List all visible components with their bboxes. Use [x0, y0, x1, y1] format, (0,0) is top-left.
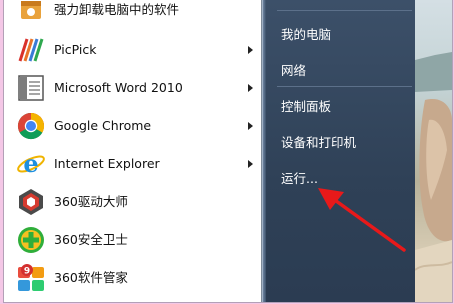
- control-panel-link[interactable]: 控制面板: [281, 96, 331, 115]
- start-menu: 强力卸载电脑中的软件 PicPick Microsoft Word 2010 G…: [3, 0, 453, 303]
- annotation-arrow: [318, 188, 406, 252]
- program-item-word[interactable]: Microsoft Word 2010: [4, 70, 261, 106]
- svg-text:e: e: [23, 149, 38, 178]
- program-item-360-software-manager[interactable]: 9 360软件管家: [4, 260, 261, 296]
- program-item-internet-explorer[interactable]: e Internet Explorer: [4, 146, 261, 182]
- devices-printers-link[interactable]: 设备和打印机: [281, 132, 356, 151]
- program-item-360-security[interactable]: 360安全卫士: [4, 222, 261, 258]
- panel-edge: [263, 0, 266, 302]
- internet-explorer-icon: e: [17, 149, 45, 178]
- divider: [277, 86, 412, 87]
- submenu-arrow-icon: [248, 122, 253, 130]
- program-label: 360软件管家: [54, 270, 128, 285]
- program-label: Microsoft Word 2010: [54, 80, 183, 95]
- divider: [277, 10, 412, 11]
- submenu-arrow-icon: [248, 46, 253, 54]
- desktop-photo: [415, 52, 452, 302]
- submenu-arrow-icon: [248, 160, 253, 168]
- program-label: 360驱动大师: [54, 194, 128, 209]
- program-label: 强力卸载电脑中的软件: [54, 2, 180, 17]
- desktop-background: [415, 0, 452, 302]
- program-label: Internet Explorer: [54, 156, 160, 171]
- program-item-picpick[interactable]: PicPick: [4, 32, 261, 68]
- program-item-360-driver-master[interactable]: 360驱动大师: [4, 184, 261, 220]
- program-item-chrome[interactable]: Google Chrome: [4, 108, 261, 144]
- uninstall-box-icon: [21, 1, 41, 19]
- 360-security-icon: [18, 227, 44, 253]
- my-computer-link[interactable]: 我的电脑: [281, 24, 331, 43]
- 360-software-manager-icon: 9: [18, 264, 44, 291]
- program-label: PicPick: [54, 42, 97, 57]
- network-link[interactable]: 网络: [281, 60, 306, 79]
- submenu-arrow-icon: [248, 84, 253, 92]
- program-label: Google Chrome: [54, 118, 152, 133]
- picpick-icon: [18, 38, 44, 62]
- notification-badge: 9: [24, 267, 30, 277]
- chrome-icon: [17, 112, 45, 140]
- 360-driver-master-icon: [19, 189, 43, 215]
- program-label: 360安全卫士: [54, 232, 128, 247]
- programs-panel: 强力卸载电脑中的软件 PicPick Microsoft Word 2010 G…: [4, 0, 262, 302]
- program-item-uninstaller[interactable]: 强力卸载电脑中的软件: [4, 0, 261, 28]
- word-document-icon: [18, 75, 44, 101]
